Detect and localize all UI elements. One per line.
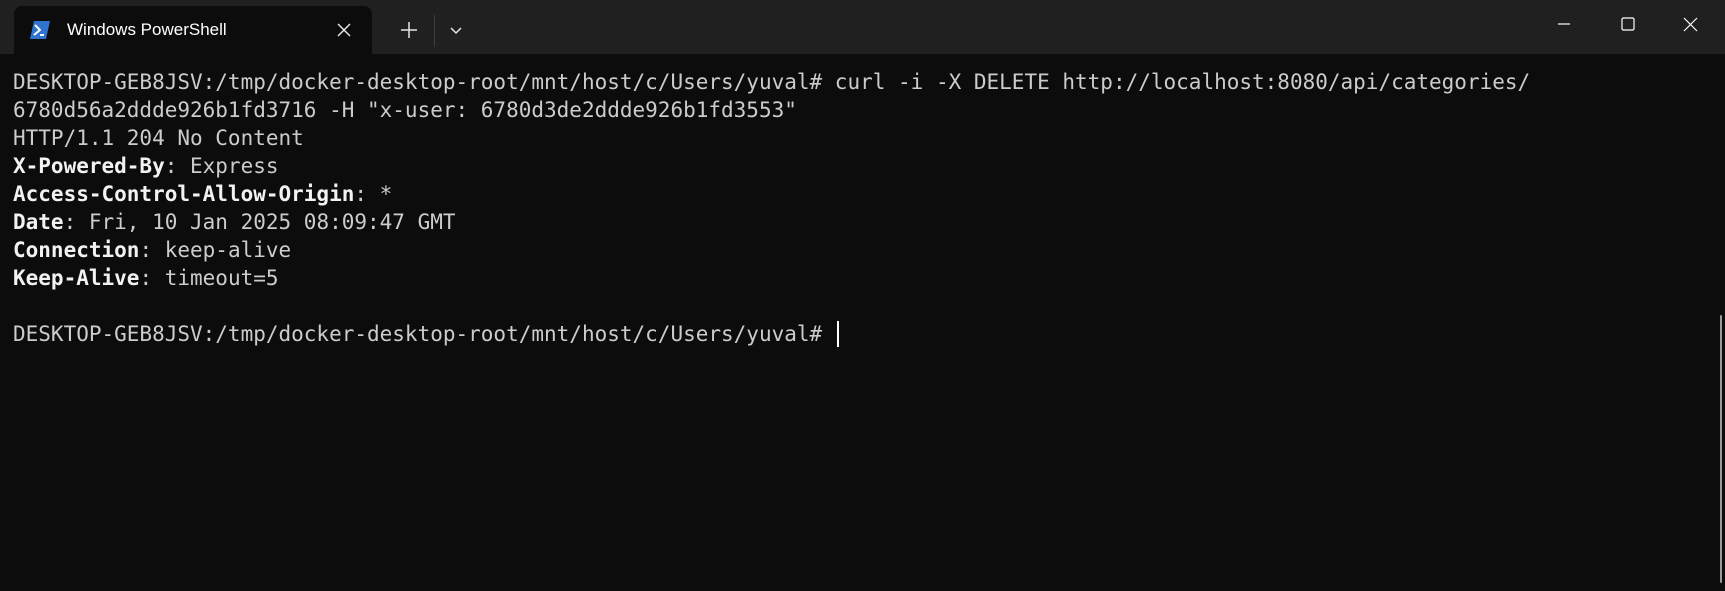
response-header: Keep-Alive: timeout=5 bbox=[13, 264, 1705, 292]
http-status-line: HTTP/1.1 204 No Content bbox=[13, 126, 304, 150]
header-value: : timeout=5 bbox=[139, 266, 279, 290]
header-name: Connection bbox=[13, 238, 140, 262]
close-icon[interactable] bbox=[1660, 0, 1722, 50]
tab-windows-powershell[interactable]: Windows PowerShell bbox=[14, 6, 372, 54]
tab-title: Windows PowerShell bbox=[67, 20, 227, 39]
chevron-down-icon[interactable] bbox=[440, 14, 472, 46]
title-bar: Windows PowerShell bbox=[0, 0, 1725, 54]
powershell-icon bbox=[29, 20, 51, 40]
response-header: Date: Fri, 10 Jan 2025 08:09:47 GMT bbox=[13, 208, 1705, 236]
header-name: Access-Control-Allow-Origin bbox=[13, 182, 355, 206]
response-header: Access-Control-Allow-Origin: * bbox=[13, 180, 1705, 208]
maximize-icon[interactable] bbox=[1597, 0, 1659, 50]
header-value: : keep-alive bbox=[139, 238, 292, 262]
response-header: Connection: keep-alive bbox=[13, 236, 1705, 264]
command-line-continued: 6780d56a2ddde926b1fd3716 -H "x-user: 678… bbox=[13, 98, 797, 122]
header-name: Keep-Alive bbox=[13, 266, 140, 290]
close-tab-icon[interactable] bbox=[334, 20, 354, 40]
header-value: : * bbox=[354, 182, 393, 206]
header-value: : Express bbox=[164, 154, 279, 178]
prompt-line[interactable]: DESKTOP-GEB8JSV:/tmp/docker-desktop-root… bbox=[13, 320, 1705, 348]
scrollbar[interactable] bbox=[1720, 315, 1722, 583]
plus-icon[interactable] bbox=[393, 14, 425, 46]
tab-divider bbox=[434, 15, 435, 47]
header-name: X-Powered-By bbox=[13, 154, 165, 178]
header-value: : Fri, 10 Jan 2025 08:09:47 GMT bbox=[63, 210, 456, 234]
command-line: DESKTOP-GEB8JSV:/tmp/docker-desktop-root… bbox=[13, 70, 1531, 94]
response-header: X-Powered-By: Express bbox=[13, 152, 1705, 180]
header-name: Date bbox=[13, 210, 64, 234]
text-cursor bbox=[836, 321, 839, 347]
terminal-output[interactable]: DESKTOP-GEB8JSV:/tmp/docker-desktop-root… bbox=[13, 68, 1705, 591]
shell-prompt: DESKTOP-GEB8JSV:/tmp/docker-desktop-root… bbox=[13, 322, 835, 346]
minimize-icon[interactable] bbox=[1534, 0, 1596, 50]
